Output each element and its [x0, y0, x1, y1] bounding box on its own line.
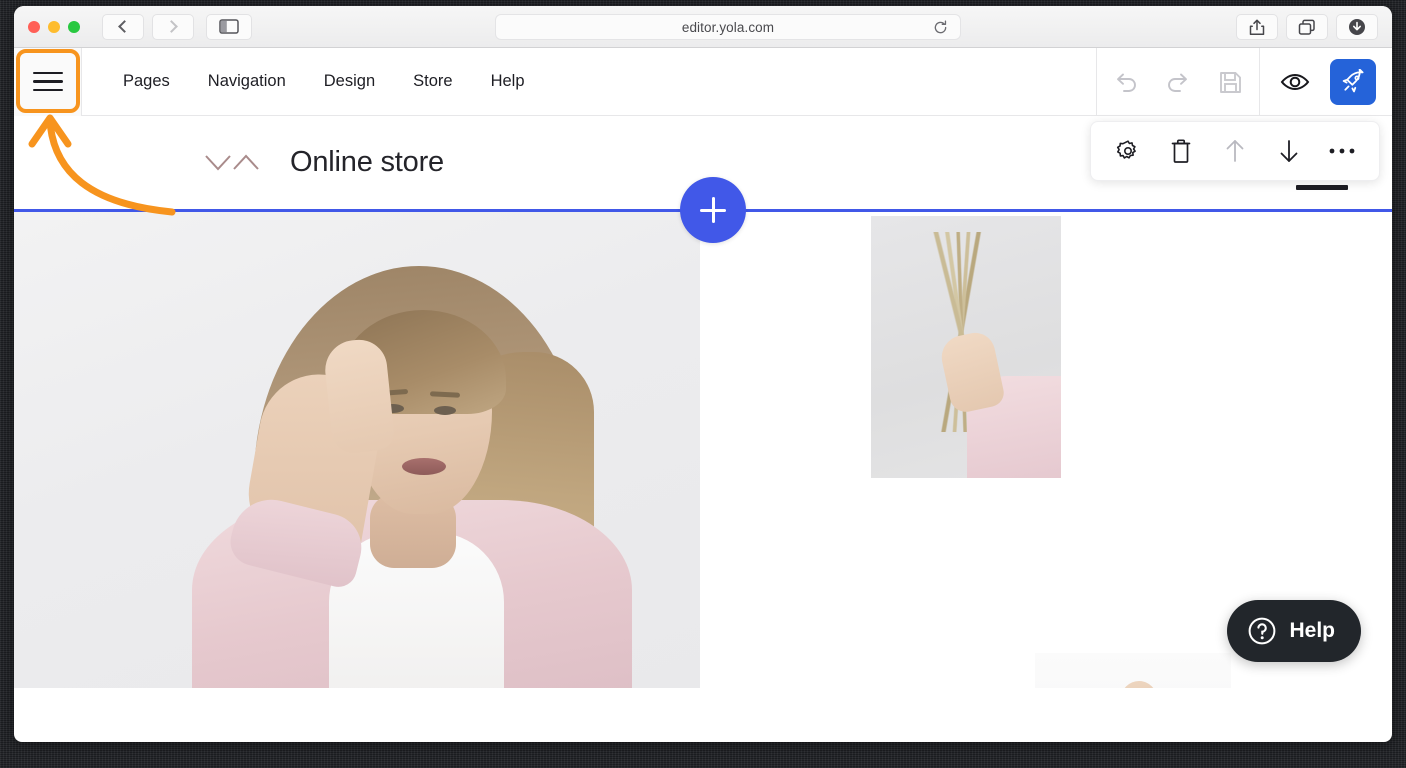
- trash-icon: [1170, 138, 1192, 164]
- add-section-button[interactable]: [680, 177, 746, 243]
- widget-delete-button[interactable]: [1164, 134, 1198, 168]
- new-tab-button[interactable]: [1286, 14, 1328, 40]
- preview-button[interactable]: [1280, 67, 1310, 97]
- gallery-image-seated-model[interactable]: [1035, 653, 1231, 688]
- add-section-divider: [14, 209, 1392, 212]
- question-circle-icon: [1247, 616, 1277, 646]
- model-portrait-illustration: [114, 232, 674, 688]
- hero-section[interactable]: PASSION FOR FASHION Desserts and skirts …: [14, 212, 1392, 688]
- menu-item-store[interactable]: Store: [394, 62, 471, 101]
- editor-toolbar: Pages Navigation Design Store Help: [14, 48, 1392, 116]
- maximize-window-button[interactable]: [68, 21, 80, 33]
- reload-icon[interactable]: [933, 20, 948, 35]
- browser-right-buttons: [1236, 14, 1378, 40]
- hamburger-menu-button[interactable]: [14, 48, 82, 116]
- undo-button[interactable]: [1111, 67, 1141, 97]
- arrow-up-icon: [1223, 138, 1247, 164]
- downloads-icon: [1348, 18, 1366, 36]
- editor-action-tools: [1096, 48, 1392, 116]
- screenshot-frame: editor.yola.com: [0, 0, 1406, 768]
- rocket-publish-icon: [1340, 69, 1366, 95]
- gear-icon: [1115, 138, 1141, 164]
- undo-icon: [1113, 70, 1139, 94]
- back-button[interactable]: [102, 14, 144, 40]
- redo-button[interactable]: [1163, 67, 1193, 97]
- widget-move-down-button[interactable]: [1272, 134, 1306, 168]
- history-tool-group: [1096, 48, 1259, 116]
- menu-item-help[interactable]: Help: [472, 62, 544, 101]
- ellipsis-icon: [1328, 147, 1356, 155]
- minimize-window-button[interactable]: [48, 21, 60, 33]
- widget-more-button[interactable]: [1325, 134, 1359, 168]
- help-widget-button[interactable]: Help: [1227, 600, 1361, 662]
- chevron-logo-icon: [204, 146, 262, 180]
- publish-tool-group: [1259, 48, 1392, 116]
- plus-icon-vertical: [712, 197, 715, 223]
- publish-button[interactable]: [1330, 59, 1376, 105]
- sidebar-toggle-button[interactable]: [206, 14, 252, 40]
- editor-main-menu: Pages Navigation Design Store Help: [104, 62, 544, 101]
- widget-move-up-button[interactable]: [1218, 134, 1252, 168]
- site-branding: Online store: [204, 146, 444, 180]
- site-title: Online store: [290, 146, 444, 179]
- arrow-down-icon: [1277, 138, 1301, 164]
- forward-button[interactable]: [152, 14, 194, 40]
- menu-item-pages[interactable]: Pages: [104, 62, 189, 101]
- save-icon: [1218, 70, 1243, 95]
- chevron-left-icon: [118, 20, 131, 33]
- share-button[interactable]: [1236, 14, 1278, 40]
- eye-preview-icon: [1280, 71, 1310, 93]
- widget-action-toolbar: [1090, 121, 1380, 181]
- menu-item-navigation[interactable]: Navigation: [189, 62, 305, 101]
- browser-nav-buttons: [102, 14, 194, 40]
- hero-background-image: [14, 212, 700, 688]
- window-traffic-lights: [28, 21, 80, 33]
- new-tab-icon: [1298, 19, 1316, 36]
- sidebar-toggle-icon: [219, 19, 239, 34]
- hamburger-menu-icon: [33, 72, 63, 92]
- menu-item-design[interactable]: Design: [305, 62, 394, 101]
- share-icon: [1249, 19, 1265, 36]
- browser-window: editor.yola.com: [14, 6, 1392, 742]
- downloads-button[interactable]: [1336, 14, 1378, 40]
- redo-icon: [1165, 70, 1191, 94]
- scroll-indicator[interactable]: [1296, 185, 1348, 190]
- widget-settings-button[interactable]: [1111, 134, 1145, 168]
- help-label: Help: [1289, 619, 1335, 643]
- gallery-image-wheat[interactable]: [871, 216, 1061, 478]
- address-bar[interactable]: editor.yola.com: [495, 14, 961, 40]
- browser-chrome: editor.yola.com: [14, 6, 1392, 48]
- url-text: editor.yola.com: [682, 20, 774, 35]
- close-window-button[interactable]: [28, 21, 40, 33]
- chevron-right-icon: [165, 20, 178, 33]
- save-button[interactable]: [1215, 67, 1245, 97]
